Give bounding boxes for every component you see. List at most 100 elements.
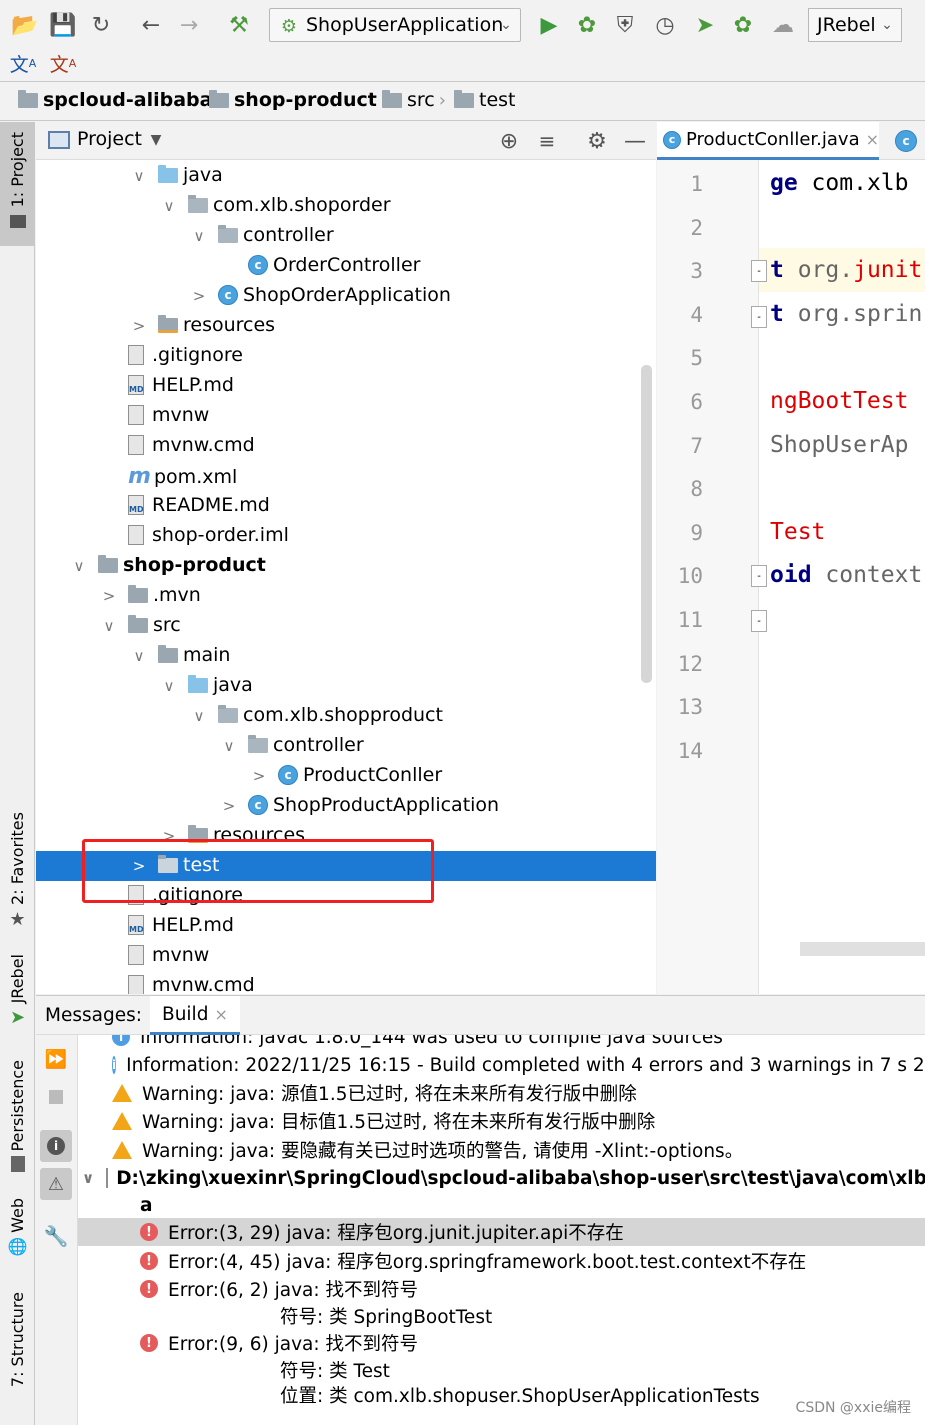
tab-jrebel[interactable]: JRebel ➤ [0,954,35,1028]
translate-reverse-icon[interactable]: 文A [48,48,78,78]
message-row[interactable]: a [78,1191,925,1219]
chevron-down-icon[interactable]: ∨ [72,557,86,575]
stop-icon[interactable] [40,1081,72,1113]
tree-item[interactable]: MD HELP.md [36,371,656,401]
tree-item[interactable]: ∨ com.xlb.shoporder [36,191,656,221]
tab-web[interactable]: Web 🌐 [0,1198,35,1256]
back-icon[interactable]: ← [136,10,166,40]
rerun-icon[interactable]: ⏩ [40,1043,72,1075]
jrebel-debug-icon[interactable]: ✿ [728,10,758,40]
chevron-down-icon[interactable]: ∨ [192,707,206,725]
debug-bug-icon[interactable]: ✿ [572,10,602,40]
editor-horizontal-scrollbar[interactable] [800,942,925,956]
message-row[interactable]: Warning: java: 源值1.5已过时, 将在未来所有发行版中删除 [78,1079,925,1107]
tree-item[interactable]: > c ProductConller [36,761,656,791]
close-icon[interactable]: × [866,130,879,149]
tab-favorites[interactable]: 2: Favorites ★ [0,812,35,930]
project-panel-title[interactable]: Project [77,128,142,150]
chevron-right-icon[interactable]: > [132,317,146,335]
tab-build[interactable]: Build × [150,996,240,1035]
project-tree-scrollbar[interactable] [641,365,652,683]
close-icon[interactable]: × [214,1005,227,1024]
tree-item[interactable]: ∨ java [36,161,656,191]
tab-project[interactable]: 1: Project [0,122,35,246]
chevron-right-icon[interactable]: > [192,287,206,305]
editor-tab-productconller[interactable]: c ProductConller.java × [657,122,879,160]
message-row[interactable]: ! Error:(3, 29) java: 程序包org.junit.jupite… [78,1218,925,1246]
tree-item[interactable]: .gitignore [36,341,656,371]
tree-item[interactable]: ∨ controller [36,221,656,251]
chevron-down-icon[interactable]: ∨ [82,1169,94,1187]
chevron-down-icon[interactable]: ∨ [192,227,206,245]
fold-icon[interactable]: - [751,610,767,632]
translate-icon[interactable]: 文A [8,48,38,78]
build-hammer-icon[interactable]: ⚒ [224,10,254,40]
tree-item[interactable]: > resources [36,311,656,341]
jrebel-run-icon[interactable]: ➤ [690,10,720,40]
profile-icon[interactable]: ◷ [650,10,680,40]
coverage-shield-icon[interactable]: ⛨ [610,10,640,40]
breadcrumb-item-spcloud-alibaba[interactable]: spcloud-alibaba › [18,89,228,111]
tree-item[interactable]: ∨ com.xlb.shopproduct [36,701,656,731]
show-info-icon[interactable]: i [40,1130,72,1162]
message-row[interactable]: ∨ D:\zking\xuexinr\SpringCloud\spcloud-al… [78,1164,925,1192]
tree-item[interactable]: ∨ controller [36,731,656,761]
jrebel-agent-icon[interactable]: ☁ [768,10,798,40]
gear-icon[interactable]: ⚙ [584,128,610,154]
code-editor[interactable]: ge com.xlb t org.junit t org.sprin ngBoo… [657,160,925,994]
tree-item[interactable]: ∨ main [36,641,656,671]
breadcrumb-item-shop-product[interactable]: shop-product › [209,89,392,111]
message-row[interactable]: Warning: java: 要隐藏有关已过时选项的警告, 请使用 -Xlint… [78,1136,925,1164]
message-row[interactable]: ! Error:(9, 6) java: 找不到符号 [78,1329,925,1357]
chevron-down-icon[interactable]: ∨ [222,737,236,755]
minimize-icon[interactable]: — [622,128,648,154]
save-icon[interactable]: 💾 [48,10,78,40]
tree-item[interactable]: MD README.md [36,491,656,521]
message-row[interactable]: Warning: java: 目标值1.5已过时, 将在未来所有发行版中删除 [78,1107,925,1135]
tree-item[interactable]: mvnw.cmd [36,971,656,994]
caret-down-icon[interactable]: ▼ [148,131,164,149]
tab-persistence[interactable]: Persistence [0,1060,35,1172]
message-row[interactable]: 符号: 类 SpringBootTest [78,1302,925,1330]
message-row[interactable]: ! Error:(6, 2) java: 找不到符号 [78,1275,925,1303]
tree-item[interactable]: > .mvn [36,581,656,611]
tree-item[interactable]: > c ShopOrderApplication [36,281,656,311]
tree-item[interactable]: MD HELP.md [36,911,656,941]
tree-item[interactable]: c OrderController [36,251,656,281]
tree-item[interactable]: > c ShopProductApplication [36,791,656,821]
fold-icon[interactable]: - [751,565,767,587]
chevron-right-icon[interactable]: > [102,587,116,605]
sync-icon[interactable]: ↻ [86,10,116,40]
jrebel-select[interactable]: JRebel ⌄ [808,8,902,42]
tree-item[interactable]: mvnw.cmd [36,431,656,461]
message-row[interactable]: i Information: javac 1.8.0_144 was used t… [78,1035,925,1051]
run-icon[interactable]: ▶ [534,10,564,40]
tree-item[interactable]: shop-order.iml [36,521,656,551]
wrench-icon[interactable]: 🔧 [40,1220,72,1252]
message-row[interactable]: i Information: 2022/11/25 16:15 - Build c… [78,1051,925,1079]
chevron-down-icon[interactable]: ∨ [162,197,176,215]
chevron-down-icon[interactable]: ∨ [162,677,176,695]
tab-structure[interactable]: 7: Structure [0,1292,35,1387]
locate-target-icon[interactable]: ⊕ [496,128,522,154]
breadcrumb-item-test[interactable]: test [454,89,516,111]
editor-tab-next[interactable]: c [895,130,922,152]
tree-item[interactable]: mvnw [36,401,656,431]
chevron-right-icon[interactable]: > [222,797,236,815]
tree-item[interactable]: ∨ shop-product [36,551,656,581]
open-folder-icon[interactable]: 📂 [10,10,40,40]
forward-icon[interactable]: → [174,10,204,40]
chevron-right-icon[interactable]: > [252,767,266,785]
chevron-down-icon[interactable]: ∨ [132,647,146,665]
tree-item[interactable]: m pom.xml [36,461,656,491]
message-row[interactable]: 符号: 类 Test [78,1356,925,1384]
tree-item[interactable]: ∨ java [36,671,656,701]
fold-icon[interactable]: - [751,260,767,282]
tree-item[interactable]: mvnw [36,941,656,971]
fold-icon[interactable]: - [751,306,767,328]
run-configuration-select[interactable]: ⚙ ShopUserApplication ⌄ [269,8,521,42]
message-row[interactable]: ! Error:(4, 45) java: 程序包org.springframew… [78,1247,925,1275]
chevron-down-icon[interactable]: ∨ [132,167,146,185]
show-warnings-icon[interactable]: ⚠ [40,1168,72,1200]
tree-item[interactable]: ∨ src [36,611,656,641]
